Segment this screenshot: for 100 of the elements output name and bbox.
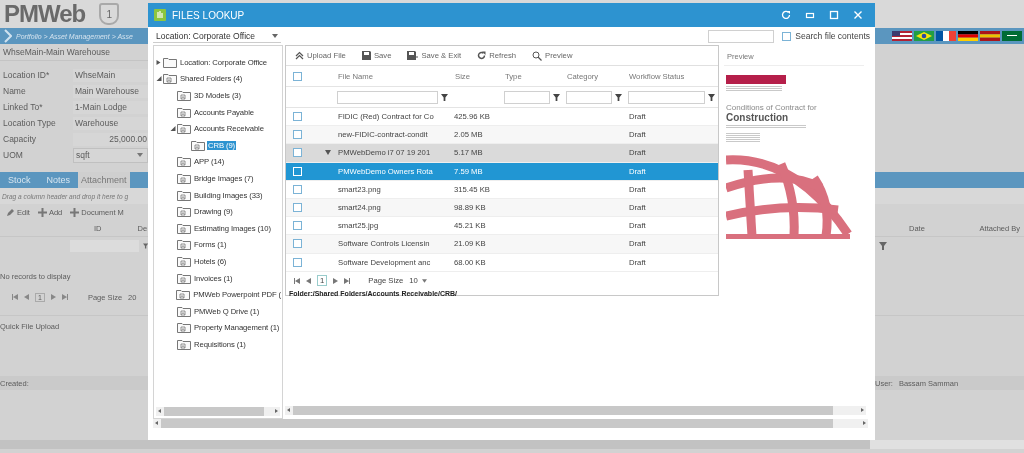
folder-icon	[177, 206, 191, 218]
last-page-icon[interactable]	[344, 277, 351, 284]
filter-icon[interactable]	[708, 93, 715, 101]
folder-icon	[177, 305, 191, 317]
next-page-icon[interactable]	[333, 277, 339, 284]
caret-icon[interactable]	[421, 278, 427, 283]
field-label: Location ID*	[2, 70, 51, 80]
pencil-icon	[6, 207, 15, 217]
filter-field[interactable]	[504, 90, 550, 104]
input-field[interactable]: 25,000.00	[73, 132, 148, 146]
field-label: UOM	[2, 150, 24, 160]
checkbox[interactable]	[292, 257, 302, 267]
left-arrow-icon[interactable]	[155, 421, 158, 425]
filter-icon[interactable]	[441, 93, 448, 101]
folder-icon	[191, 139, 205, 151]
input-field[interactable]: Warehouse	[73, 116, 148, 130]
refresh-icon	[477, 51, 487, 60]
folder-icon	[177, 189, 191, 201]
scrollbar-thumb[interactable]	[164, 407, 264, 416]
location-dropdown[interactable]: Location: Corporate Office	[153, 29, 281, 43]
last-page-icon[interactable]	[61, 294, 68, 300]
folder-icon	[177, 123, 191, 135]
checkbox[interactable]	[292, 130, 302, 140]
restore-icon[interactable]	[805, 10, 815, 20]
notification-badge[interactable]: 1	[99, 3, 120, 25]
folder-icon	[177, 255, 191, 267]
document-heading: Construction	[726, 112, 790, 123]
expanded-triangle-icon[interactable]	[170, 126, 176, 132]
double-chevron-up-icon	[295, 51, 304, 60]
folder-icon	[163, 56, 177, 68]
scrollbar-thumb[interactable]	[0, 440, 870, 449]
collapsed-triangle-icon[interactable]	[156, 59, 162, 65]
checkbox-label[interactable]: Search file contents	[795, 31, 870, 41]
dialog-title: FILES LOOKUP	[172, 9, 245, 21]
folder-icon	[177, 172, 191, 184]
field-label: Name	[2, 86, 27, 96]
fine-print	[726, 133, 760, 142]
folder-icon	[177, 106, 191, 118]
title-band	[726, 75, 786, 84]
folder-icon	[176, 289, 191, 301]
document-title: Conditions of Contract for	[726, 103, 818, 112]
plus-icon	[37, 207, 47, 217]
refresh-icon[interactable]	[781, 10, 791, 20]
field-label: Capacity	[2, 134, 38, 144]
horizontal-scrollbar[interactable]	[0, 440, 1024, 449]
close-icon[interactable]	[853, 10, 863, 20]
dropdown-field[interactable]: sqft	[73, 147, 148, 163]
filter-field[interactable]	[337, 90, 438, 104]
save-exit-icon	[407, 51, 419, 60]
checkbox[interactable]	[782, 31, 792, 41]
search-field[interactable]	[708, 29, 775, 43]
expanded-triangle-icon[interactable]	[156, 76, 162, 82]
folder-icon	[177, 222, 191, 234]
input-field[interactable]: 1-Main Lodge	[73, 100, 148, 114]
folder-icon	[177, 272, 191, 284]
checkbox[interactable]	[292, 203, 302, 213]
app-icon	[154, 9, 166, 21]
left-arrow-icon[interactable]	[158, 409, 161, 413]
left-arrow-icon[interactable]	[287, 408, 290, 412]
folder-icon	[177, 338, 191, 350]
plus-icon	[70, 207, 80, 217]
field-label: Linked To*	[2, 102, 44, 112]
flag-icon[interactable]	[914, 31, 934, 41]
right-arrow-icon[interactable]	[275, 409, 278, 413]
first-page-icon[interactable]	[12, 294, 18, 300]
input-field[interactable]: WhseMain	[73, 68, 148, 82]
caret-icon[interactable]	[137, 153, 143, 157]
filter-icon[interactable]	[553, 93, 560, 101]
caret-icon[interactable]	[272, 33, 278, 38]
filter-field[interactable]	[566, 90, 612, 104]
filter-icon[interactable]	[615, 93, 622, 101]
checkbox[interactable]	[292, 239, 302, 249]
checkbox[interactable]	[292, 112, 302, 122]
input-field[interactable]: Main Warehouse	[73, 84, 148, 98]
flag-icon[interactable]	[1002, 31, 1022, 41]
search-icon	[532, 50, 543, 61]
expanded-caret-icon[interactable]	[325, 150, 331, 156]
right-arrow-icon[interactable]	[863, 421, 866, 425]
checkbox[interactable]	[292, 148, 302, 158]
checkbox[interactable]	[292, 184, 302, 194]
previous-page-icon[interactable]	[306, 277, 311, 284]
checkbox[interactable]	[292, 221, 302, 231]
folder-icon	[177, 322, 191, 334]
flag-icon[interactable]	[892, 31, 912, 41]
maximize-icon[interactable]	[829, 10, 839, 20]
right-arrow-icon[interactable]	[861, 408, 864, 412]
field-label: Location Type	[2, 118, 57, 128]
checkbox[interactable]	[292, 71, 302, 81]
folder-icon	[177, 156, 191, 168]
logo: PMWeb	[4, 0, 86, 28]
flag-icon[interactable]	[958, 31, 978, 41]
next-page-icon[interactable]	[50, 294, 56, 300]
folder-icon	[163, 73, 177, 85]
horizontal-scrollbar[interactable]	[156, 407, 280, 416]
flag-icon[interactable]	[936, 31, 956, 41]
chevron-icon	[4, 29, 12, 43]
filter-field[interactable]	[628, 90, 705, 104]
first-page-icon[interactable]	[294, 277, 300, 284]
save-icon	[361, 51, 371, 60]
previous-page-icon[interactable]	[24, 294, 29, 300]
